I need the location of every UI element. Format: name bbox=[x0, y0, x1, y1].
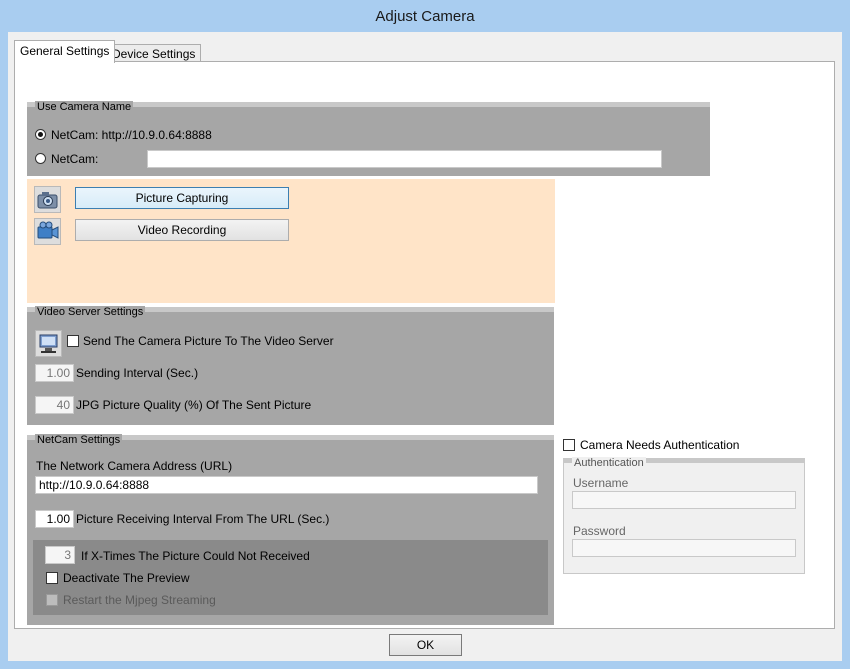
password-input[interactable] bbox=[572, 539, 796, 557]
deactivate-preview-checkbox[interactable] bbox=[46, 572, 58, 584]
ok-button[interactable]: OK bbox=[389, 634, 462, 656]
camera-icon bbox=[34, 186, 61, 213]
general-settings-page: Use Camera Name NetCam: http://10.9.0.64… bbox=[14, 61, 835, 629]
network-address-label: The Network Camera Address (URL) bbox=[36, 459, 233, 473]
receive-interval-label: Picture Receiving Interval From The URL … bbox=[76, 512, 330, 526]
needs-auth-checkbox[interactable] bbox=[563, 439, 575, 451]
failure-options-panel: 3 If X-Times The Picture Could Not Recei… bbox=[33, 540, 548, 615]
restart-mjpeg-label: Restart the Mjpeg Streaming bbox=[63, 593, 216, 607]
receive-interval-input[interactable]: 1.00 bbox=[35, 510, 74, 528]
dialog-body: General Settings Device Settings Use Cam… bbox=[8, 32, 842, 661]
group-title: Use Camera Name bbox=[35, 101, 134, 113]
netcam-name-input[interactable] bbox=[147, 150, 662, 168]
video-server-icon bbox=[35, 330, 62, 357]
group-title: Authentication bbox=[572, 457, 646, 469]
netcam-url-label: NetCam: http://10.9.0.64:8888 bbox=[51, 128, 212, 142]
picture-capturing-button[interactable]: Picture Capturing bbox=[75, 187, 289, 209]
capture-panel: Picture Capturing Video Recording bbox=[27, 179, 555, 303]
video-recording-button[interactable]: Video Recording bbox=[75, 219, 289, 241]
retry-times-input[interactable]: 3 bbox=[45, 546, 75, 564]
jpg-quality-label: JPG Picture Quality (%) Of The Sent Pict… bbox=[76, 398, 312, 412]
title-bar: Adjust Camera bbox=[0, 0, 850, 32]
send-to-server-checkbox[interactable] bbox=[67, 335, 79, 347]
network-address-input[interactable]: http://10.9.0.64:8888 bbox=[35, 476, 538, 494]
netcam-custom-radio[interactable] bbox=[35, 153, 46, 164]
username-label: Username bbox=[573, 476, 629, 490]
window-title: Adjust Camera bbox=[375, 8, 475, 25]
netcam-custom-label: NetCam: bbox=[51, 152, 99, 166]
restart-mjpeg-checkbox[interactable] bbox=[46, 594, 58, 606]
group-title: NetCam Settings bbox=[35, 434, 123, 446]
jpg-quality-input[interactable]: 40 bbox=[35, 396, 74, 414]
use-camera-name-group: Use Camera Name NetCam: http://10.9.0.64… bbox=[27, 101, 710, 176]
netcam-settings-group: NetCam Settings The Network Camera Addre… bbox=[27, 434, 554, 625]
netcam-url-radio[interactable] bbox=[35, 129, 46, 140]
send-to-server-label: Send The Camera Picture To The Video Ser… bbox=[83, 334, 334, 348]
needs-auth-label: Camera Needs Authentication bbox=[580, 438, 740, 452]
password-label: Password bbox=[573, 524, 626, 538]
group-title: Video Server Settings bbox=[35, 306, 146, 318]
sending-interval-input[interactable]: 1.00 bbox=[35, 364, 74, 382]
username-input[interactable] bbox=[572, 491, 796, 509]
tab-general-settings[interactable]: General Settings bbox=[14, 40, 116, 63]
retry-times-label: If X-Times The Picture Could Not Receive… bbox=[81, 549, 310, 563]
sending-interval-label: Sending Interval (Sec.) bbox=[76, 366, 199, 380]
video-server-group: Video Server Settings Send The Camera Pi… bbox=[27, 306, 554, 425]
deactivate-preview-label: Deactivate The Preview bbox=[63, 571, 190, 585]
authentication-group: Authentication Username Password bbox=[563, 457, 805, 574]
video-camera-icon bbox=[34, 218, 61, 245]
